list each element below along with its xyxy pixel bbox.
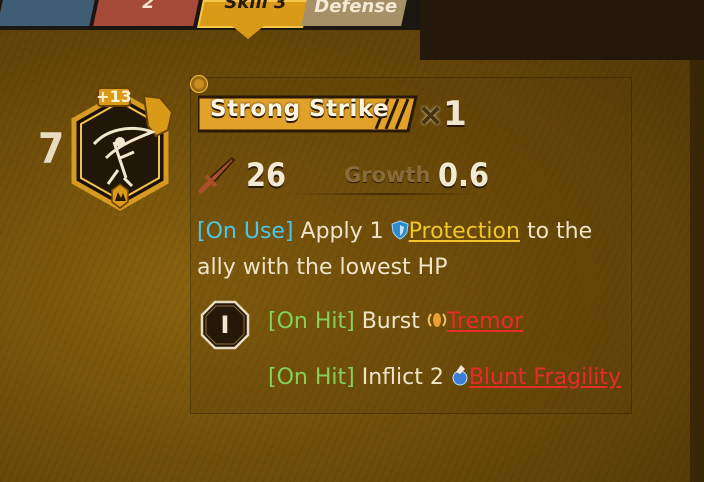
multiplier-value: 1 (443, 94, 467, 134)
on-hit-text-2: Inflict 2 (361, 365, 444, 390)
tremor-keyword[interactable]: Tremor (447, 309, 523, 334)
base-power: 26 (246, 156, 287, 194)
tab-skill-3[interactable]: Skill 3 (197, 0, 309, 28)
multiplier-x: × (418, 98, 444, 133)
right-edge-frame (690, 60, 704, 482)
skill-multiplier: ×1 (418, 94, 467, 134)
blunt-fragility-keyword[interactable]: Blunt Fragility (469, 365, 621, 390)
on-hit-text-1: Burst (361, 309, 420, 334)
protection-keyword[interactable]: Protection (409, 219, 520, 244)
on-use-effect: [On Use] Apply 1 Protection to the ally … (197, 214, 617, 286)
attack-sword-icon (198, 156, 236, 194)
growth-label: Growth (344, 163, 431, 187)
on-hit-tag-2: [On Hit] (268, 365, 355, 390)
background-scribble (420, 0, 704, 60)
level-badge: +13 (96, 87, 132, 106)
on-use-tag: [On Use] (197, 219, 294, 244)
blunt-fragility-icon (452, 365, 468, 386)
on-hit-effect-1: [On Hit] Burst Tremor (268, 309, 523, 334)
tab-defense[interactable]: Defense (301, 0, 407, 26)
skill-name: Strong Strike (210, 96, 390, 122)
on-hit-tag-1: [On Hit] (268, 309, 355, 334)
tremor-icon (427, 313, 447, 327)
skill-emblem-icon[interactable]: +13 (60, 86, 180, 216)
on-hit-effect-2: [On Hit] Inflict 2 Blunt Fragility (268, 364, 621, 390)
coin-roman-numeral: I (220, 311, 230, 339)
coin-icon (190, 75, 208, 93)
tab-skill-2[interactable]: 2 (93, 0, 199, 26)
protection-shield-icon (391, 220, 409, 240)
growth-value: 0.6 (438, 156, 489, 194)
on-use-text: Apply 1 (300, 219, 384, 244)
active-tab-indicator (232, 26, 264, 39)
tab-previous[interactable] (0, 0, 95, 26)
